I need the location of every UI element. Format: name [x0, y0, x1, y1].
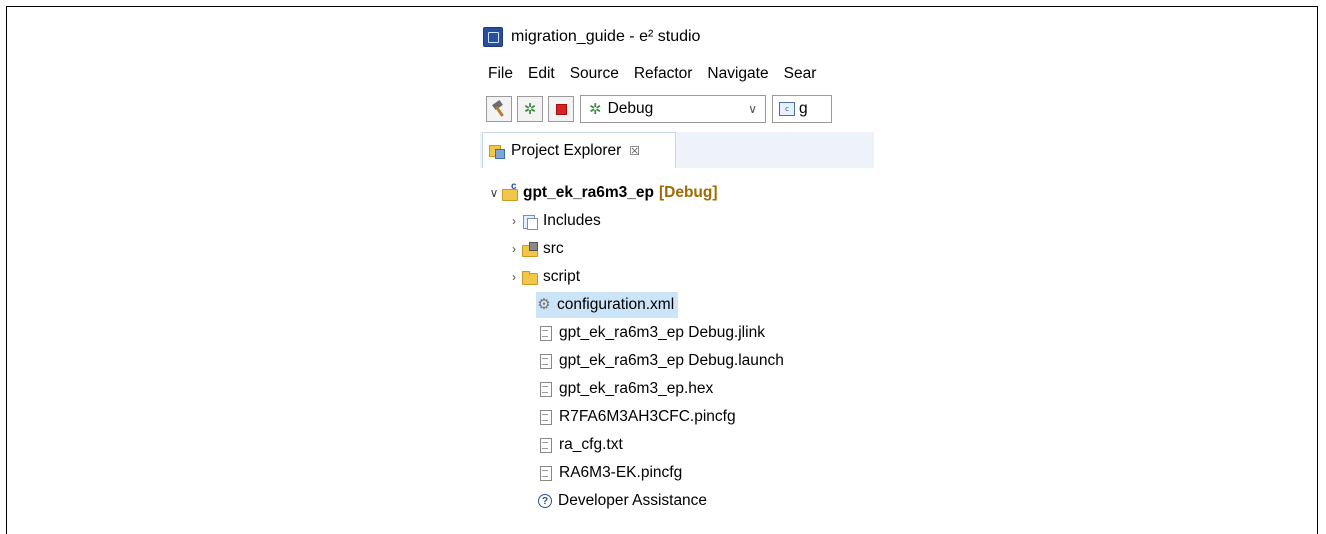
bug-icon: ✲ — [589, 100, 602, 118]
tree-item-label: ra_cfg.txt — [559, 436, 623, 453]
project-tree: ∨ gpt_ek_ra6m3_ep [Debug] › Includes › s… — [480, 170, 874, 520]
tree-item-label: Developer Assistance — [558, 492, 708, 509]
project-name: gpt_ek_ra6m3_ep — [523, 184, 654, 201]
project-folder-icon — [502, 181, 518, 201]
build-button[interactable] — [486, 96, 512, 122]
stop-icon — [555, 103, 567, 115]
chevron-down-icon[interactable]: ∨ — [486, 186, 502, 200]
tree-item-includes[interactable]: › Includes — [506, 208, 601, 234]
close-icon[interactable]: ☒ — [629, 144, 640, 158]
menu-search[interactable]: Sear — [776, 65, 824, 83]
launch-configuration-value: Debug — [607, 100, 654, 117]
tree-item-label: src — [543, 240, 564, 257]
main-toolbar: ✲ ✲ Debug ∨ c g — [480, 92, 874, 126]
help-icon: ? — [538, 494, 552, 508]
tree-item-label: R7FA6M3AH3CFC.pincfg — [559, 408, 736, 425]
menu-bar: File Edit Source Refactor Navigate Sear — [480, 60, 823, 88]
tab-label: Project Explorer — [511, 141, 622, 159]
tree-item-board-pincfg[interactable]: RA6M3-EK.pincfg — [538, 460, 682, 486]
c-file-icon: c — [779, 102, 795, 116]
tree-item-hex[interactable]: gpt_ek_ra6m3_ep.hex — [538, 376, 713, 402]
chevron-right-icon[interactable]: › — [506, 242, 522, 256]
view-tab-bar: Project Explorer ☒ — [480, 132, 874, 168]
menu-file[interactable]: File — [480, 65, 520, 83]
file-icon — [538, 409, 554, 425]
tree-item-ra-cfg[interactable]: ra_cfg.txt — [538, 432, 623, 458]
includes-icon — [522, 213, 538, 230]
launch-configuration-select[interactable]: ✲ Debug ∨ — [580, 95, 766, 123]
title-bar: migration_guide - e² studio — [480, 20, 874, 54]
project-explorer-icon — [489, 144, 505, 159]
menu-source[interactable]: Source — [562, 65, 626, 83]
file-icon — [538, 381, 554, 397]
menu-navigate[interactable]: Navigate — [699, 65, 775, 83]
bug-icon: ✲ — [523, 100, 537, 118]
stop-button[interactable] — [548, 96, 574, 122]
source-folder-icon — [522, 241, 538, 257]
tree-item-configuration-xml[interactable]: ⚙ configuration.xml — [536, 292, 679, 318]
tree-item-label: gpt_ek_ra6m3_ep Debug.launch — [559, 352, 784, 369]
file-icon — [538, 353, 554, 369]
tab-project-explorer[interactable]: Project Explorer ☒ — [482, 132, 676, 168]
chevron-right-icon[interactable]: › — [506, 270, 522, 284]
tree-item-mcu-pincfg[interactable]: R7FA6M3AH3CFC.pincfg — [538, 404, 736, 430]
file-icon — [538, 437, 554, 453]
project-build-config: [Debug] — [658, 184, 718, 201]
tree-item-label: gpt_ek_ra6m3_ep.hex — [559, 380, 714, 397]
menu-edit[interactable]: Edit — [520, 65, 562, 83]
folder-icon — [522, 269, 538, 285]
tree-item-launch[interactable]: gpt_ek_ra6m3_ep Debug.launch — [538, 348, 784, 374]
tree-item-label: RA6M3-EK.pincfg — [559, 464, 683, 481]
file-icon — [538, 325, 554, 341]
chevron-right-icon[interactable]: › — [506, 214, 522, 228]
tree-item-script[interactable]: › script — [506, 264, 580, 290]
tree-item-label: configuration.xml — [557, 296, 675, 313]
tree-item-label: Includes — [543, 212, 601, 229]
file-icon — [538, 465, 554, 481]
menu-refactor[interactable]: Refactor — [626, 65, 700, 83]
chevron-down-icon: ∨ — [748, 102, 757, 116]
hammer-icon — [491, 101, 507, 117]
debug-button[interactable]: ✲ — [517, 96, 543, 122]
tree-item-label: script — [543, 268, 581, 285]
ide-window: migration_guide - e² studio File Edit So… — [480, 20, 874, 520]
gear-icon: ⚙ — [537, 296, 551, 313]
launch-target-select[interactable]: c g — [772, 95, 832, 123]
tree-item-label: gpt_ek_ra6m3_ep Debug.jlink — [559, 324, 765, 341]
tree-item-developer-assistance[interactable]: ? Developer Assistance — [538, 488, 707, 514]
launch-target-value: g — [799, 100, 808, 117]
app-icon — [483, 27, 503, 47]
window-title: migration_guide - e² studio — [511, 28, 701, 45]
tree-item-src[interactable]: › src — [506, 236, 564, 262]
tree-item-project[interactable]: ∨ gpt_ek_ra6m3_ep [Debug] — [486, 180, 718, 206]
tree-item-jlink[interactable]: gpt_ek_ra6m3_ep Debug.jlink — [538, 320, 765, 346]
